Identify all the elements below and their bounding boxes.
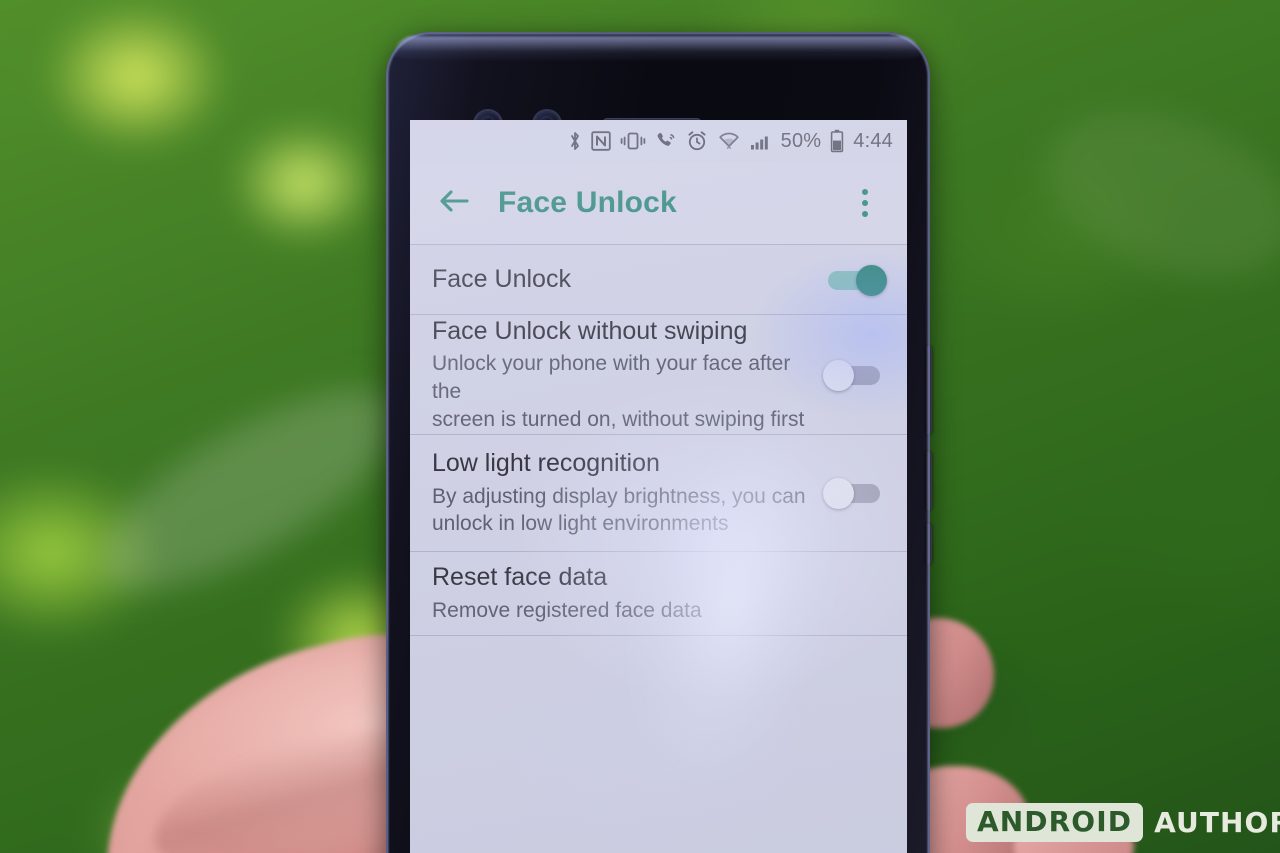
face-unlock-without-swiping-toggle[interactable] <box>823 358 885 392</box>
nfc-icon <box>590 130 611 152</box>
overflow-menu-button[interactable] <box>845 181 885 225</box>
page-title: Face Unlock <box>498 186 677 219</box>
smartphone-device: 50% 4:44 Face Unlock Face Unlock Face Un… <box>386 32 932 853</box>
screenshot-canvas: 50% 4:44 Face Unlock Face Unlock Face Un… <box>0 0 1280 853</box>
toggle-thumb <box>823 359 854 391</box>
row-text-block: Face Unlock without swiping Unlock your … <box>432 316 809 434</box>
phone-bezel-highlight <box>394 36 920 62</box>
setting-row-reset-face-data[interactable]: Reset face data Remove registered face d… <box>410 552 907 636</box>
call-forwarding-icon <box>655 130 677 152</box>
overflow-menu-icon <box>862 200 868 206</box>
back-arrow-icon <box>437 187 471 220</box>
list-empty-area <box>410 636 907 853</box>
low-light-recognition-toggle[interactable] <box>823 476 885 510</box>
setting-row-low-light-recognition[interactable]: Low light recognition By adjusting displ… <box>410 435 907 552</box>
setting-row-face-unlock[interactable]: Face Unlock <box>410 245 907 315</box>
setting-subtitle: By adjusting display brightness, you can… <box>432 484 806 536</box>
back-button[interactable] <box>432 181 476 225</box>
battery-percent-label: 50% <box>780 129 822 152</box>
bluetooth-icon <box>568 130 582 152</box>
setting-title: Reset face data <box>432 563 608 592</box>
overflow-menu-icon <box>862 211 868 217</box>
row-text-block: Reset face data Remove registered face d… <box>432 562 885 624</box>
vibrate-icon <box>620 130 646 152</box>
wifi-icon <box>717 130 741 152</box>
face-unlock-toggle[interactable] <box>825 263 887 297</box>
phone-screen: 50% 4:44 Face Unlock Face Unlock Face Un… <box>410 120 907 853</box>
row-text-block: Low light recognition By adjusting displ… <box>432 448 809 538</box>
overflow-menu-icon <box>862 189 868 195</box>
setting-subtitle: Unlock your phone with your face after t… <box>432 352 805 431</box>
row-text-block: Face Unlock <box>432 264 809 295</box>
watermark-brand-box: ANDROID <box>966 803 1144 842</box>
toggle-thumb <box>856 264 887 296</box>
watermark: ANDROID AUTHORITY <box>966 803 1280 842</box>
setting-row-face-unlock-without-swiping[interactable]: Face Unlock without swiping Unlock your … <box>410 315 907 435</box>
clock-label: 4:44 <box>853 129 893 152</box>
setting-subtitle: Remove registered face data <box>432 598 702 622</box>
battery-icon <box>830 129 844 153</box>
action-bar: Face Unlock <box>410 162 907 245</box>
cellular-signal-icon <box>750 130 772 152</box>
toggle-thumb <box>823 478 854 509</box>
setting-title: Low light recognition <box>432 449 660 478</box>
setting-title: Face Unlock without swiping <box>432 316 748 345</box>
watermark-brand-text: AUTHORITY <box>1154 805 1280 839</box>
setting-title: Face Unlock <box>432 265 571 294</box>
status-bar: 50% 4:44 <box>410 120 907 162</box>
settings-list: Face Unlock Face Unlock without swiping … <box>410 245 907 853</box>
alarm-icon <box>686 130 708 152</box>
